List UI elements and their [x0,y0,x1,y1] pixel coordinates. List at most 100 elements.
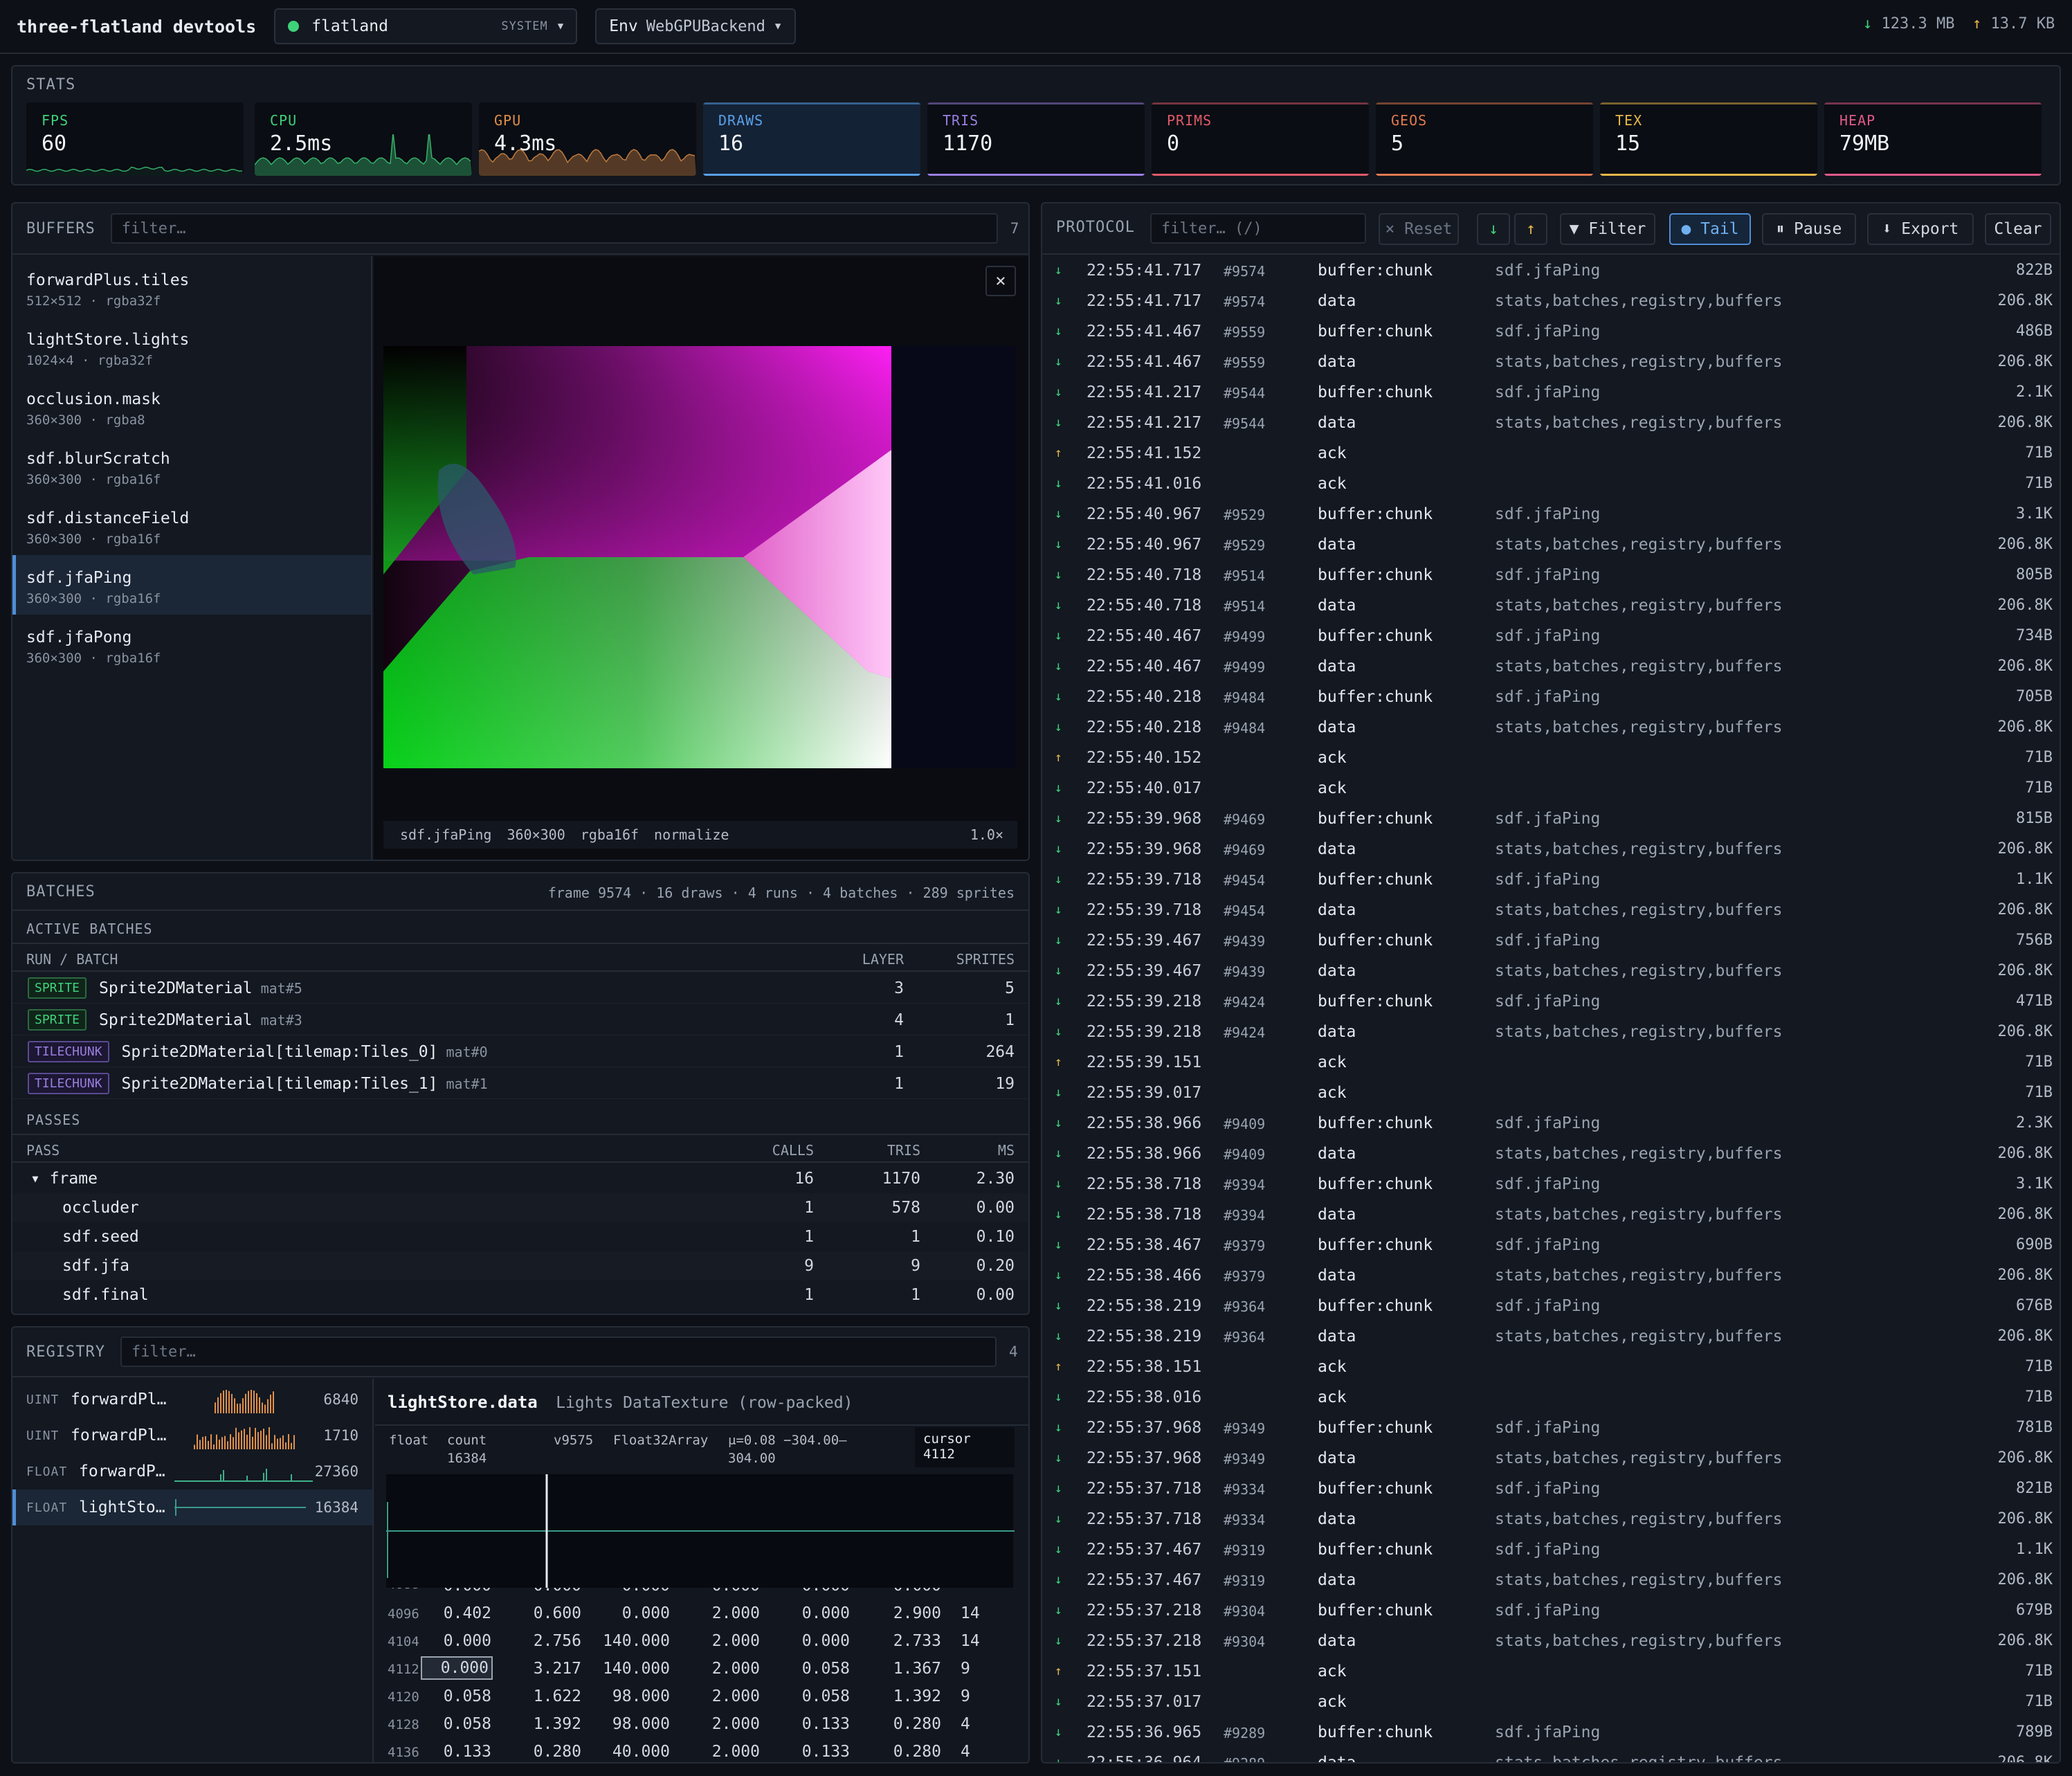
protocol-row[interactable]: ↓ 22:55:40.967 #9529 buffer:chunk sdf.jf… [1042,500,2055,530]
protocol-row[interactable]: ↓ 22:55:40.718 #9514 data stats,batches,… [1042,591,2055,622]
batch-row[interactable]: SPRITE Sprite2DMaterial mat#5 3 5 [12,973,1028,1004]
protocol-row[interactable]: ↓ 22:55:39.968 #9469 data stats,batches,… [1042,835,2055,865]
protocol-row[interactable]: ↓ 22:55:37.467 #9319 data stats,batches,… [1042,1566,2055,1596]
protocol-row[interactable]: ↓ 22:55:40.017 ack 71B [1042,774,2055,804]
protocol-row[interactable]: ↓ 22:55:41.016 ack 71B [1042,469,2055,500]
grid-cell[interactable]: 0.000 [422,1632,491,1650]
grid-cell[interactable]: 98.000 [601,1715,670,1733]
buffer-list-item[interactable]: sdf.blurScratch 360×300 · rgba16f [12,436,371,496]
buffer-list-item[interactable]: sdf.jfaPong 360×300 · rgba16f [12,615,371,674]
buffer-list-item[interactable]: sdf.jfaPing 360×300 · rgba16f [12,555,371,615]
buffer-list-item[interactable]: occlusion.mask 360×300 · rgba8 [12,377,371,436]
grid-cell[interactable]: 2.000 [691,1715,760,1733]
grid-cell[interactable]: 0.058 [422,1687,491,1705]
grid-cell[interactable]: 0.133 [422,1743,491,1761]
protocol-row[interactable]: ↓ 22:55:40.218 #9484 data stats,batches,… [1042,713,2055,743]
stat-card-cpu[interactable]: CPU 2.5ms [255,102,472,176]
grid-cell[interactable]: 0.058 [422,1715,491,1733]
protocol-row[interactable]: ↓ 22:55:39.218 #9424 buffer:chunk sdf.jf… [1042,987,2055,1017]
stat-card-tex[interactable]: TEX 15 [1600,102,1817,176]
env-dropdown[interactable]: Env WebGPUBackend ▼ [595,8,797,44]
grid-cell[interactable]: 2.733 [872,1632,941,1650]
protocol-row[interactable]: ↓ 22:55:40.467 #9499 data stats,batches,… [1042,652,2055,682]
grid-cell[interactable]: 0.058 [781,1687,850,1705]
protocol-row[interactable]: ↓ 22:55:38.718 #9394 data stats,batches,… [1042,1200,2055,1231]
buffers-filter-input[interactable]: filter… [110,213,998,244]
stat-card-gpu[interactable]: GPU 4.3ms [479,102,696,176]
grid-cell[interactable]: 0.133 [781,1715,850,1733]
batch-row[interactable]: TILECHUNK Sprite2DMaterial[tilemap:Tiles… [12,1069,1028,1099]
protocol-row[interactable]: ↑ 22:55:39.151 ack 71B [1042,1048,2055,1078]
grid-cell[interactable]: 2.000 [691,1604,760,1622]
registry-list-item[interactable]: UINT forwardPl… 6840 [12,1381,372,1417]
grid-cell[interactable]: 0.280 [872,1715,941,1733]
registry-list-item[interactable]: UINT forwardPl… 1710 [12,1417,372,1453]
filter-outgoing-button[interactable]: ↑ [1514,213,1547,245]
protocol-row[interactable]: ↓ 22:55:37.718 #9334 buffer:chunk sdf.jf… [1042,1474,2055,1505]
grid-cell[interactable]: 0.280 [512,1743,581,1761]
batch-row[interactable]: SPRITE Sprite2DMaterial mat#3 4 1 [12,1005,1028,1035]
buffer-list-item[interactable]: lightStore.lights 1024×4 · rgba32f [12,317,371,377]
protocol-row[interactable]: ↓ 22:55:41.717 #9574 data stats,batches,… [1042,287,2055,317]
pass-row[interactable]: sdf.jfa 9 9 0.20 [12,1251,1028,1280]
protocol-row[interactable]: ↓ 22:55:39.718 #9454 data stats,batches,… [1042,896,2055,926]
grid-cell[interactable]: 0.000 [601,1604,670,1622]
protocol-row[interactable]: ↓ 22:55:37.968 #9349 buffer:chunk sdf.jf… [1042,1413,2055,1444]
grid-cell[interactable]: 2.900 [872,1604,941,1622]
stat-card-fps[interactable]: FPS 60 [26,102,244,176]
protocol-row[interactable]: ↓ 22:55:38.718 #9394 buffer:chunk sdf.jf… [1042,1170,2055,1200]
grid-cell[interactable]: 2.000 [691,1687,760,1705]
protocol-row[interactable]: ↓ 22:55:37.467 #9319 buffer:chunk sdf.jf… [1042,1535,2055,1566]
grid-cell[interactable]: 1.622 [512,1687,581,1705]
protocol-row[interactable]: ↓ 22:55:36.964 #9289 data stats,batches,… [1042,1748,2055,1762]
protocol-row[interactable]: ↓ 22:55:40.467 #9499 buffer:chunk sdf.jf… [1042,622,2055,652]
grid-cell[interactable]: 140.000 [601,1632,670,1650]
filter-incoming-button[interactable]: ↓ [1477,213,1510,245]
export-button[interactable]: ⬇ Export [1867,213,1974,245]
grid-cell[interactable]: 98.000 [601,1687,670,1705]
protocol-row[interactable]: ↑ 22:55:41.152 ack 71B [1042,439,2055,469]
clear-button[interactable]: Clear [1985,213,2051,245]
protocol-row[interactable]: ↓ 22:55:39.467 #9439 data stats,batches,… [1042,957,2055,987]
grid-cell[interactable]: 1.392 [512,1715,581,1733]
protocol-row[interactable]: ↓ 22:55:41.467 #9559 data stats,batches,… [1042,347,2055,378]
grid-cell[interactable]: 0.133 [781,1743,850,1761]
grid-cell[interactable]: 0.058 [781,1660,850,1678]
close-preview-button[interactable]: × [985,266,1016,296]
protocol-row[interactable]: ↓ 22:55:41.217 #9544 data stats,batches,… [1042,408,2055,439]
protocol-row[interactable]: ↓ 22:55:40.967 #9529 data stats,batches,… [1042,530,2055,561]
protocol-row[interactable]: ↓ 22:55:37.718 #9334 data stats,batches,… [1042,1505,2055,1535]
protocol-filter-input[interactable]: filter… (/) [1150,213,1366,244]
stat-card-prims[interactable]: PRIMS 0 [1152,102,1369,176]
protocol-row[interactable]: ↓ 22:55:37.017 ack 71B [1042,1687,2055,1718]
grid-cell[interactable]: 2.000 [691,1632,760,1650]
grid-cell[interactable]: 0.000 [781,1604,850,1622]
protocol-row[interactable]: ↓ 22:55:38.966 #9409 data stats,batches,… [1042,1139,2055,1170]
protocol-row[interactable]: ↓ 22:55:41.717 #9574 buffer:chunk sdf.jf… [1042,256,2055,287]
grid-cell[interactable]: 140.000 [601,1660,670,1678]
protocol-row[interactable]: ↓ 22:55:38.219 #9364 data stats,batches,… [1042,1322,2055,1352]
buffer-list-item[interactable]: forwardPlus.tiles 512×512 · rgba32f [12,257,371,317]
grid-cell[interactable]: 40.000 [601,1743,670,1761]
protocol-row[interactable]: ↓ 22:55:37.218 #9304 data stats,batches,… [1042,1627,2055,1657]
registry-list-item[interactable]: FLOAT forwardP… 27360 [12,1453,372,1489]
protocol-row[interactable]: ↓ 22:55:41.467 #9559 buffer:chunk sdf.jf… [1042,317,2055,347]
protocol-row[interactable]: ↓ 22:55:40.218 #9484 buffer:chunk sdf.jf… [1042,682,2055,713]
batch-row[interactable]: TILECHUNK Sprite2DMaterial[tilemap:Tiles… [12,1037,1028,1067]
protocol-row[interactable]: ↓ 22:55:38.466 #9379 data stats,batches,… [1042,1261,2055,1292]
protocol-row[interactable]: ↓ 22:55:38.016 ack 71B [1042,1383,2055,1413]
grid-cell[interactable]: 0.000 [421,1656,493,1680]
pass-row[interactable]: sdf.final 1 1 0.00 [12,1280,1028,1310]
grid-cell[interactable]: 0.000 [781,1632,850,1650]
protocol-row[interactable]: ↑ 22:55:40.152 ack 71B [1042,743,2055,774]
stat-card-tris[interactable]: TRIS 1170 [927,102,1145,176]
grid-cell[interactable]: 1.367 [872,1660,941,1678]
instance-dropdown[interactable]: flatland SYSTEM ▼ [274,8,578,44]
filter-button[interactable]: ▼ Filter [1560,213,1655,245]
protocol-row[interactable]: ↓ 22:55:37.218 #9304 buffer:chunk sdf.jf… [1042,1596,2055,1627]
preview-mode-toggle[interactable]: normalize [654,826,729,843]
protocol-row[interactable]: ↓ 22:55:37.968 #9349 data stats,batches,… [1042,1444,2055,1474]
protocol-row[interactable]: ↓ 22:55:39.218 #9424 data stats,batches,… [1042,1017,2055,1048]
grid-cell[interactable]: 0.600 [512,1604,581,1622]
protocol-row[interactable]: ↓ 22:55:39.017 ack 71B [1042,1078,2055,1109]
